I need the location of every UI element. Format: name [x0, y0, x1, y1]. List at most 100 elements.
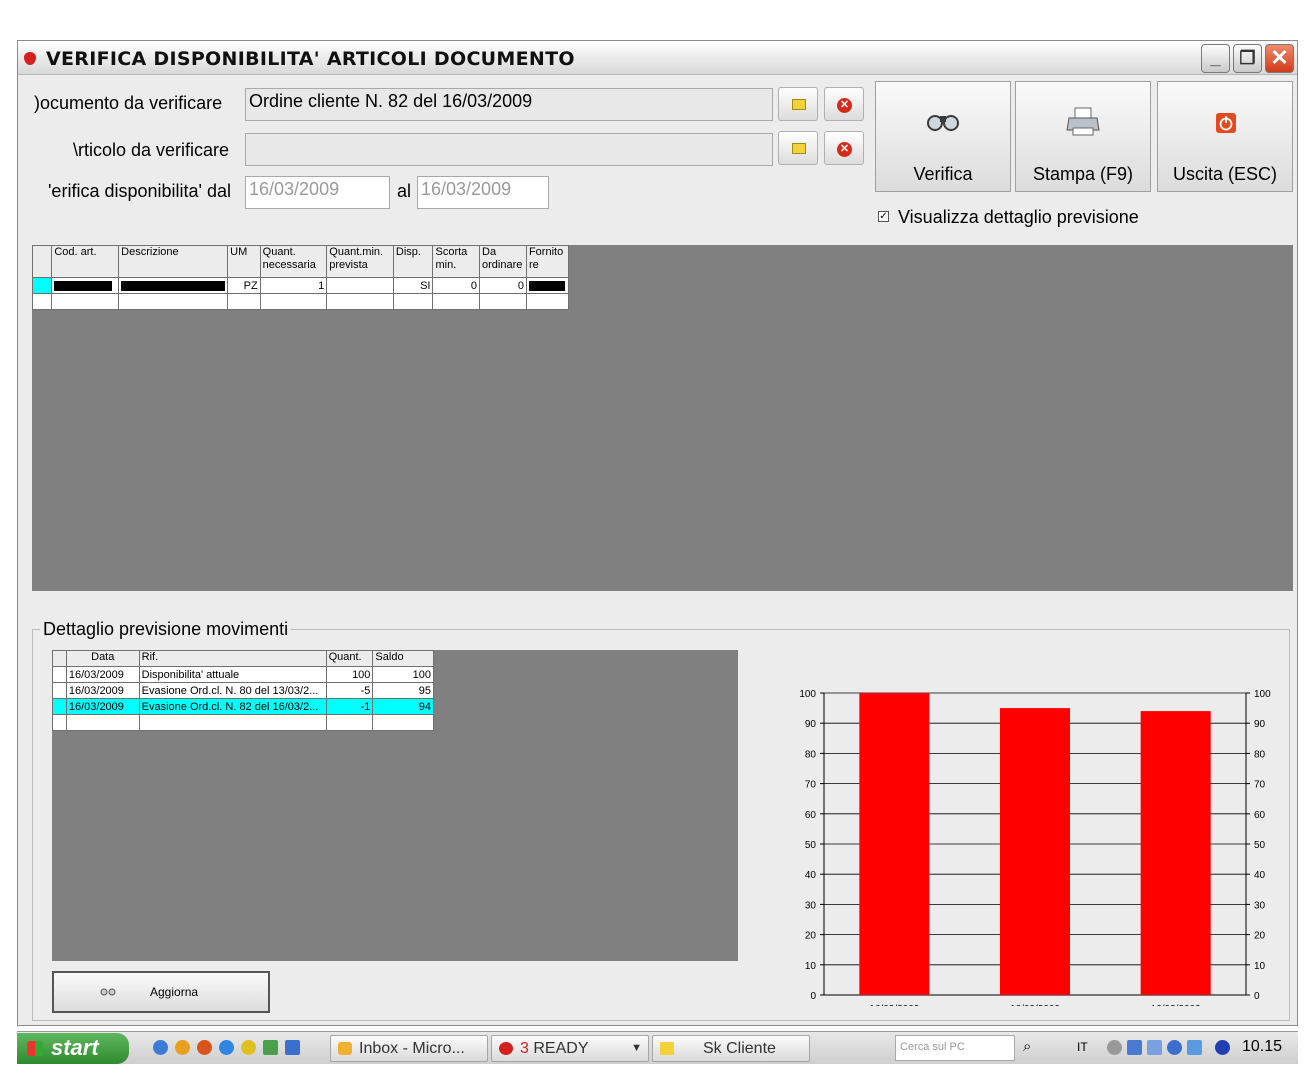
detail-group-title: Dettaglio previsione movimenti [40, 619, 292, 640]
documento-clear-button[interactable]: ✕ [824, 87, 864, 121]
folder-icon [792, 99, 806, 110]
saldo-bar-chart: 0 0 10 10 20 20 30 30 40 40 50 50 60 60 70 70 80 80 90 90 10… [799, 689, 1271, 1006]
cell-quant: -1 [325, 698, 374, 715]
empty-cell [432, 293, 481, 310]
col-descrizione[interactable]: Descrizione [118, 245, 229, 278]
row-selector-header [52, 650, 67, 667]
y-tick-label: 70 [805, 780, 817, 791]
aggiorna-button[interactable]: Aggiorna [52, 971, 270, 1013]
search-input[interactable]: Cerca sul PC [895, 1035, 1015, 1061]
start-button[interactable]: start [17, 1033, 129, 1064]
tray-icon[interactable] [1127, 1040, 1142, 1055]
verifica-button[interactable]: Verifica [875, 81, 1011, 192]
cell-data: 16/03/2009 [65, 682, 140, 699]
empty-cell [392, 293, 434, 310]
row-selector[interactable] [52, 666, 67, 683]
bar [1140, 711, 1211, 995]
col-quant-min-prevista[interactable]: Quant.min. prevista [326, 245, 394, 278]
empty-cell [51, 293, 120, 310]
y-tick-label-right: 30 [1254, 900, 1266, 911]
cell-rif: Evasione Ord.cl. N. 82 del 16/03/2... [138, 698, 327, 715]
firefox-quicklaunch-icon[interactable] [197, 1040, 212, 1055]
detail-row-selected[interactable]: 16/03/2009 Evasione Ord.cl. N. 82 del 16… [52, 698, 434, 715]
dettaglio-checkbox[interactable]: ✓ [878, 211, 889, 222]
col-quant-necessaria[interactable]: Quant. necessaria [259, 245, 328, 278]
restore-button[interactable]: ❐ [1233, 44, 1262, 73]
cell-da-ordinare: 0 [479, 277, 527, 294]
detail-table[interactable]: Data Rif. Quant. Saldo 16/03/2009 Dispon… [52, 650, 434, 731]
periodo-label: 'erifica disponibilita' dal [48, 181, 231, 201]
ie-quicklaunch-icon[interactable] [153, 1040, 168, 1055]
empty-cell [227, 293, 261, 310]
col-scorta-min[interactable]: Scorta min. [432, 245, 481, 278]
row-selector[interactable] [52, 698, 67, 715]
tray-icon[interactable] [1187, 1040, 1202, 1055]
row-selector[interactable] [31, 277, 53, 294]
tray-icon[interactable] [1107, 1040, 1122, 1055]
col-fornitore[interactable]: Fornito re [525, 245, 570, 278]
col-data[interactable]: Data [65, 650, 140, 667]
row-selector[interactable] [52, 682, 67, 699]
row-selector[interactable] [52, 714, 67, 731]
stampa-button[interactable]: Stampa (F9) [1015, 81, 1151, 192]
documento-label: )ocumento da verificare [34, 93, 223, 113]
title-bar[interactable]: VERIFICA DISPONIBILITA' ARTICOLI DOCUMEN… [18, 41, 1297, 75]
task-skcliente[interactable]: Sk Cliente [652, 1035, 810, 1062]
task-inbox[interactable]: Inbox - Micro... [330, 1035, 488, 1062]
articolo-browse-button[interactable] [778, 131, 818, 165]
language-indicator[interactable]: IT [1077, 1040, 1088, 1054]
tray-icon[interactable] [1147, 1040, 1162, 1055]
documento-browse-button[interactable] [778, 87, 818, 121]
taskbar: start Inbox - Micro... 3 READY ▼ Sk Clie… [17, 1031, 1298, 1064]
paint-quicklaunch-icon[interactable] [263, 1040, 278, 1055]
uscita-label: Uscita (ESC) [1172, 164, 1277, 184]
documento-field[interactable]: Ordine cliente N. 82 del 16/03/2009 [245, 88, 773, 121]
articolo-field[interactable] [245, 133, 773, 166]
cell-saldo: 95 [372, 682, 434, 699]
articles-table[interactable]: Cod. art. Descrizione UM Quant. necessar… [31, 245, 570, 310]
search-icon[interactable]: ⌕ [1023, 1038, 1031, 1055]
date-to-field[interactable]: 16/03/2009 [417, 176, 549, 209]
articolo-clear-button[interactable]: ✕ [824, 131, 864, 165]
cell-saldo: 100 [372, 666, 434, 683]
redacted-block [528, 280, 565, 291]
tray-icon[interactable] [1215, 1040, 1230, 1055]
detail-row[interactable]: 16/03/2009 Disponibilita' attuale 100 10… [52, 666, 434, 683]
detail-row-empty[interactable] [52, 714, 434, 731]
media-quicklaunch-icon[interactable] [241, 1040, 256, 1055]
dettaglio-label: Visualizza dettaglio previsione [898, 207, 1139, 227]
col-um[interactable]: UM [227, 245, 261, 278]
y-tick-label-right: 40 [1254, 870, 1266, 881]
y-tick-label-right: 10 [1254, 961, 1266, 972]
outlook-quicklaunch-icon[interactable] [175, 1040, 190, 1055]
close-button[interactable]: ✕ [1265, 44, 1294, 73]
desktop-quicklaunch-icon[interactable] [285, 1040, 300, 1055]
col-rif[interactable]: Rif. [138, 650, 327, 667]
chevron-down-icon[interactable]: ▼ [631, 1036, 642, 1061]
col-disp[interactable]: Disp. [392, 245, 434, 278]
y-tick-label-right: 60 [1254, 810, 1266, 821]
col-cod-art[interactable]: Cod. art. [51, 245, 120, 278]
detail-row[interactable]: 16/03/2009 Evasione Ord.cl. N. 80 del 13… [52, 682, 434, 699]
y-tick-label: 60 [805, 810, 817, 821]
table-row-empty[interactable] [31, 293, 570, 310]
date-from-field[interactable]: 16/03/2009 [245, 176, 390, 209]
col-quant[interactable]: Quant. [325, 650, 374, 667]
cell-quant-necessaria: 1 [259, 277, 328, 294]
row-selector[interactable] [31, 293, 53, 310]
task-ready[interactable]: 3 READY ▼ [491, 1035, 649, 1062]
col-saldo[interactable]: Saldo [372, 650, 434, 667]
uscita-button[interactable]: Uscita (ESC) [1157, 81, 1293, 192]
cell-data: 16/03/2009 [65, 666, 140, 683]
cell-um: PZ [227, 277, 261, 294]
y-tick-label: 50 [805, 840, 817, 851]
table-row[interactable]: PZ 1 SI 0 0 [31, 277, 570, 294]
tray-icon[interactable] [1167, 1040, 1182, 1055]
folder-icon [660, 1042, 674, 1055]
empty-cell [479, 293, 527, 310]
y-tick-label: 30 [805, 900, 817, 911]
ie-alt-quicklaunch-icon[interactable] [219, 1040, 234, 1055]
col-da-ordinare[interactable]: Da ordinare [479, 245, 527, 278]
minimize-button[interactable]: _ [1201, 44, 1230, 73]
cell-disp: SI [392, 277, 434, 294]
